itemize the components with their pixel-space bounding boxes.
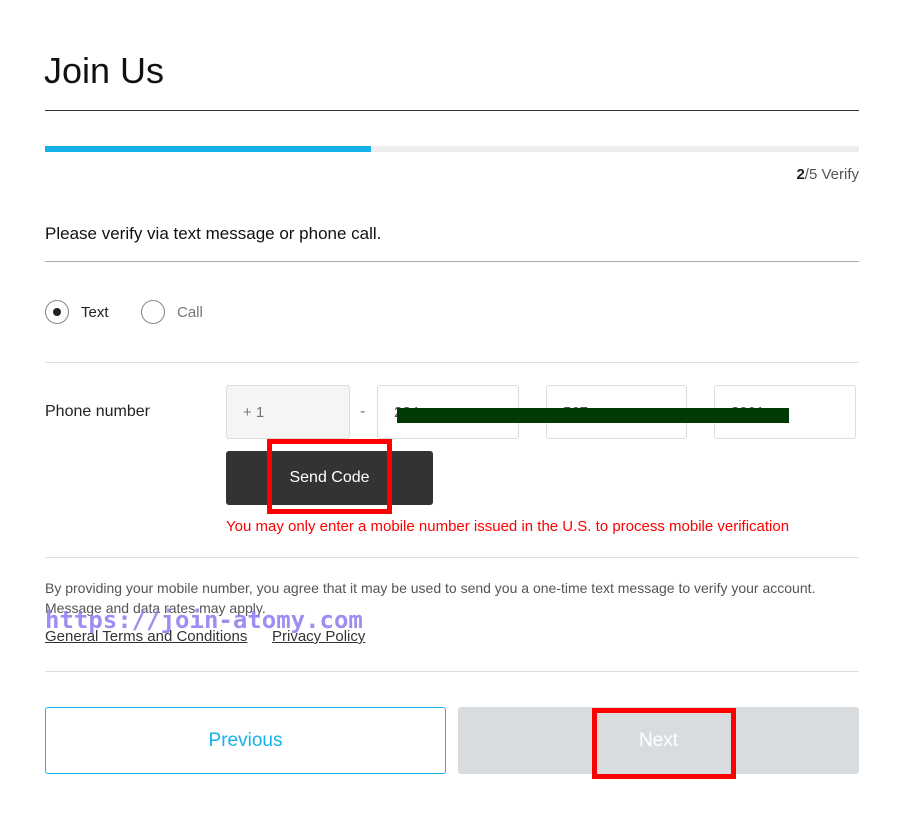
radio-label: Call bbox=[177, 303, 203, 321]
divider bbox=[45, 261, 859, 262]
step-indicator: 2/5 Verify bbox=[796, 166, 859, 183]
previous-button[interactable]: Previous bbox=[45, 707, 446, 774]
step-current: 2 bbox=[796, 166, 805, 183]
divider bbox=[45, 557, 859, 558]
instruction-text: Please verify via text message or phone … bbox=[45, 224, 382, 243]
separator: - bbox=[360, 403, 366, 420]
highlight-box bbox=[592, 708, 736, 779]
terms-link[interactable]: General Terms and Conditions bbox=[45, 628, 247, 645]
error-message: You may only enter a mobile number issue… bbox=[226, 518, 790, 535]
radio-label: Text bbox=[81, 303, 109, 321]
title-divider bbox=[45, 110, 859, 111]
progress-fill bbox=[45, 146, 371, 152]
privacy-link[interactable]: Privacy Policy bbox=[272, 628, 365, 645]
step-label: /5 Verify bbox=[804, 166, 859, 183]
country-code-field: + 1 bbox=[226, 385, 350, 439]
radio-unchecked-icon bbox=[141, 300, 165, 324]
divider bbox=[45, 362, 859, 363]
highlight-box bbox=[267, 439, 392, 514]
page-title: Join Us bbox=[44, 50, 165, 91]
divider bbox=[45, 671, 859, 672]
progress-bar bbox=[45, 146, 859, 152]
phone-label: Phone number bbox=[45, 403, 150, 420]
redaction-bar bbox=[397, 408, 789, 423]
radio-call[interactable]: Call bbox=[141, 300, 203, 324]
radio-text[interactable]: Text bbox=[45, 300, 109, 324]
radio-checked-icon bbox=[45, 300, 69, 324]
